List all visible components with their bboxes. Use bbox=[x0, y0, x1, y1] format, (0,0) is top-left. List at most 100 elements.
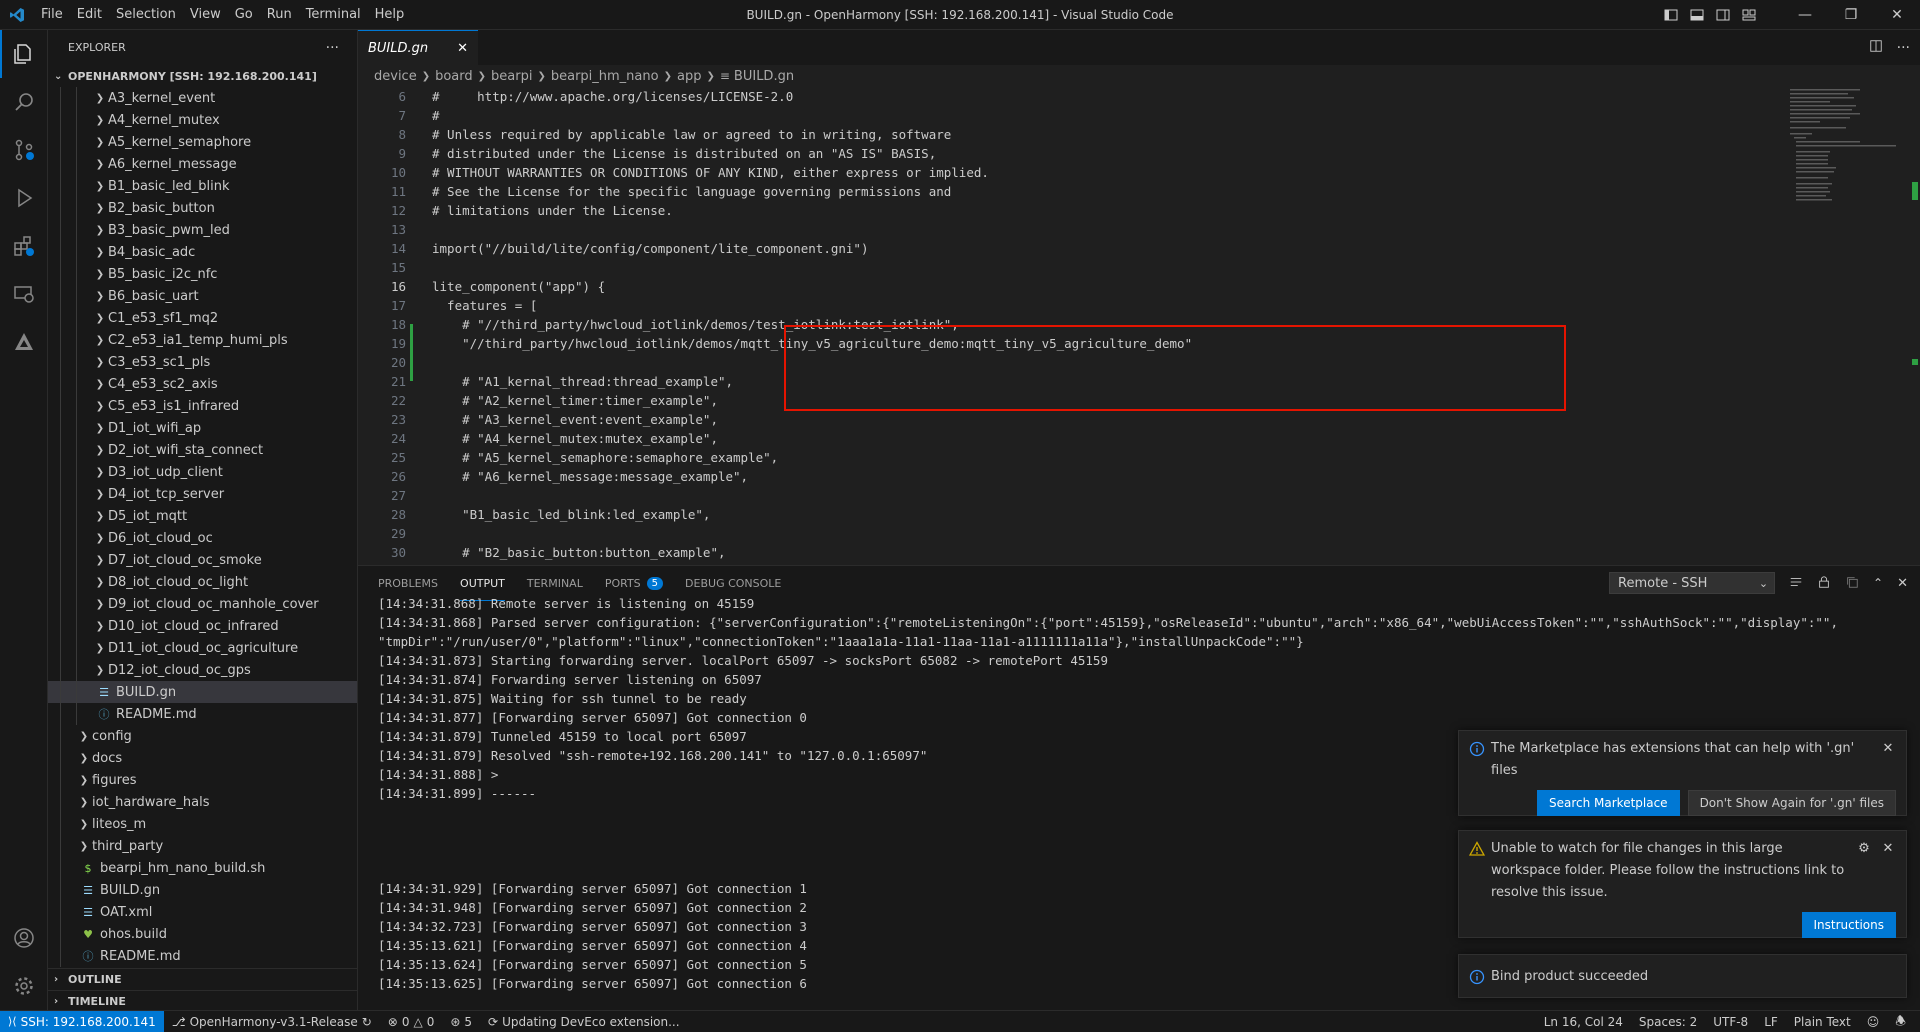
tree-folder[interactable]: ❯ B4_basic_adc bbox=[48, 241, 357, 263]
indentation[interactable]: Spaces: 2 bbox=[1631, 1015, 1705, 1029]
gear-icon[interactable]: ⚙ bbox=[1856, 841, 1872, 856]
tree-folder[interactable]: ❯ A4_kernel_mutex bbox=[48, 109, 357, 131]
lock-icon[interactable] bbox=[1817, 575, 1831, 592]
split-editor-icon[interactable] bbox=[1869, 39, 1883, 56]
tree-file[interactable]: ☰ OAT.xml bbox=[48, 901, 357, 923]
tree-folder[interactable]: ❯ docs bbox=[48, 747, 357, 769]
manage-gear-icon[interactable] bbox=[0, 962, 48, 1010]
workspace-root[interactable]: ⌄ OPENHARMONY [SSH: 192.168.200.141] bbox=[48, 65, 357, 87]
deveco-icon[interactable] bbox=[0, 318, 48, 366]
tree-folder[interactable]: ❯ D4_iot_tcp_server bbox=[48, 483, 357, 505]
close-icon[interactable]: ✕ bbox=[1880, 741, 1896, 756]
search-marketplace-button[interactable]: Search Marketplace bbox=[1536, 790, 1680, 816]
remote-indicator[interactable]: ⟩⟨ SSH: 192.168.200.141 bbox=[0, 1010, 164, 1032]
tree-folder[interactable]: ❯ D12_iot_cloud_oc_gps bbox=[48, 659, 357, 681]
minimap[interactable] bbox=[1790, 87, 1900, 565]
tree-folder[interactable]: ❯ D5_iot_mqtt bbox=[48, 505, 357, 527]
maximize-panel-icon[interactable]: ⌃ bbox=[1873, 576, 1883, 590]
menu-view[interactable]: View bbox=[183, 0, 228, 30]
menu-edit[interactable]: Edit bbox=[70, 0, 109, 30]
more-actions-icon[interactable]: ··· bbox=[326, 40, 339, 56]
tree-file[interactable]: ♥ ohos.build bbox=[48, 923, 357, 945]
tree-folder[interactable]: ❯ A3_kernel_event bbox=[48, 87, 357, 109]
outline-section[interactable]: › OUTLINE bbox=[48, 968, 358, 990]
tree-folder[interactable]: ❯ D6_iot_cloud_oc bbox=[48, 527, 357, 549]
remote-explorer-icon[interactable] bbox=[0, 270, 48, 318]
search-icon[interactable] bbox=[0, 78, 48, 126]
tree-folder[interactable]: ❯ D10_iot_cloud_oc_infrared bbox=[48, 615, 357, 637]
tree-folder[interactable]: ❯ config bbox=[48, 725, 357, 747]
tree-folder[interactable]: ❯ B1_basic_led_blink bbox=[48, 175, 357, 197]
end-of-line[interactable]: LF bbox=[1756, 1015, 1786, 1029]
tree-folder[interactable]: ❯ C3_e53_sc1_pls bbox=[48, 351, 357, 373]
close-icon[interactable]: ✕ bbox=[1880, 841, 1896, 856]
tree-folder[interactable]: ❯ B5_basic_i2c_nfc bbox=[48, 263, 357, 285]
extensions-icon[interactable] bbox=[0, 222, 48, 270]
git-branch[interactable]: ⎇ OpenHarmony-v3.1-Release ↻ bbox=[164, 1015, 380, 1029]
menu-go[interactable]: Go bbox=[228, 0, 260, 30]
menu-run[interactable]: Run bbox=[260, 0, 299, 30]
breadcrumb-item[interactable]: bearpi_hm_nano bbox=[551, 69, 659, 84]
menu-terminal[interactable]: Terminal bbox=[299, 0, 368, 30]
accounts-icon[interactable] bbox=[0, 914, 48, 962]
tree-folder[interactable]: ❯ D9_iot_cloud_oc_manhole_cover bbox=[48, 593, 357, 615]
tree-folder[interactable]: ❯ C5_e53_is1_infrared bbox=[48, 395, 357, 417]
cursor-position[interactable]: Ln 16, Col 24 bbox=[1536, 1015, 1631, 1029]
breadcrumb-item[interactable]: app bbox=[677, 69, 701, 84]
clear-output-icon[interactable] bbox=[1789, 575, 1803, 592]
toggle-primary-sidebar-icon[interactable] bbox=[1658, 0, 1684, 30]
breadcrumb-item[interactable]: device bbox=[374, 69, 417, 84]
minimize-button[interactable]: — bbox=[1782, 0, 1828, 30]
tree-folder[interactable]: ❯ C4_e53_sc2_axis bbox=[48, 373, 357, 395]
tree-folder[interactable]: ❯ D11_iot_cloud_oc_agriculture bbox=[48, 637, 357, 659]
copy-icon[interactable] bbox=[1845, 575, 1859, 592]
tree-folder[interactable]: ❯ A6_kernel_message bbox=[48, 153, 357, 175]
tree-file[interactable]: $ bearpi_hm_nano_build.sh bbox=[48, 857, 357, 879]
close-panel-icon[interactable]: ✕ bbox=[1897, 576, 1908, 591]
explorer-icon[interactable] bbox=[0, 30, 48, 78]
tree-folder[interactable]: ❯ third_party bbox=[48, 835, 357, 857]
tree-folder[interactable]: ❯ liteos_m bbox=[48, 813, 357, 835]
source-control-icon[interactable] bbox=[0, 126, 48, 174]
output-channel-select[interactable]: Remote - SSH ⌄ bbox=[1609, 572, 1776, 594]
menu-selection[interactable]: Selection bbox=[109, 0, 183, 30]
tree-folder[interactable]: ❯ iot_hardware_hals bbox=[48, 791, 357, 813]
tree-file[interactable]: ⓘ README.md bbox=[48, 703, 357, 725]
editor-scrollbar[interactable] bbox=[1906, 87, 1920, 565]
toggle-secondary-sidebar-icon[interactable] bbox=[1710, 0, 1736, 30]
customize-layout-icon[interactable] bbox=[1736, 0, 1762, 30]
tree-folder[interactable]: ❯ B6_basic_uart bbox=[48, 285, 357, 307]
menu-file[interactable]: File bbox=[34, 0, 70, 30]
feedback-icon[interactable]: ☺ bbox=[1859, 1015, 1888, 1029]
restore-button[interactable]: ❐ bbox=[1828, 0, 1874, 30]
tree-folder[interactable]: ❯ D3_iot_udp_client bbox=[48, 461, 357, 483]
tree-folder[interactable]: ❯ D2_iot_wifi_sta_connect bbox=[48, 439, 357, 461]
instructions-button[interactable]: Instructions bbox=[1801, 912, 1896, 938]
language-mode[interactable]: Plain Text bbox=[1786, 1015, 1859, 1029]
tree-folder[interactable]: ❯ D8_iot_cloud_oc_light bbox=[48, 571, 357, 593]
tree-folder[interactable]: ❯ D1_iot_wifi_ap bbox=[48, 417, 357, 439]
breadcrumb-item[interactable]: board bbox=[435, 69, 473, 84]
more-actions-icon[interactable]: ··· bbox=[1897, 40, 1910, 56]
menu-help[interactable]: Help bbox=[368, 0, 412, 30]
tree-folder[interactable]: ❯ C1_e53_sf1_mq2 bbox=[48, 307, 357, 329]
tree-file[interactable]: ⓘ README.md bbox=[48, 945, 357, 967]
dont-show-again-button[interactable]: Don't Show Again for '.gn' files bbox=[1687, 790, 1896, 816]
tree-folder[interactable]: ❯ C2_e53_ia1_temp_humi_pls bbox=[48, 329, 357, 351]
breadcrumb-item[interactable]: bearpi bbox=[491, 69, 532, 84]
close-window-button[interactable]: ✕ bbox=[1874, 0, 1920, 30]
tree-folder[interactable]: ❯ B2_basic_button bbox=[48, 197, 357, 219]
ports-indicator[interactable]: ⊛ 5 bbox=[442, 1015, 480, 1029]
tree-file[interactable]: ☰ BUILD.gn bbox=[48, 879, 357, 901]
tab-build-gn[interactable]: BUILD.gn ✕ bbox=[358, 30, 478, 65]
run-debug-icon[interactable] bbox=[0, 174, 48, 222]
encoding[interactable]: UTF-8 bbox=[1705, 1015, 1756, 1029]
close-icon[interactable]: ✕ bbox=[457, 41, 468, 56]
tree-folder[interactable]: ❯ A5_kernel_semaphore bbox=[48, 131, 357, 153]
tree-folder[interactable]: ❯ D7_iot_cloud_oc_smoke bbox=[48, 549, 357, 571]
tree-file[interactable]: ☰ BUILD.gn bbox=[48, 681, 357, 703]
tree-folder[interactable]: ❯ B3_basic_pwm_led bbox=[48, 219, 357, 241]
notifications-bell-icon[interactable]: 🕭 bbox=[1887, 1012, 1914, 1032]
timeline-section[interactable]: › TIMELINE bbox=[48, 990, 358, 1012]
problems-indicator[interactable]: ⊗ 0 △ 0 bbox=[380, 1015, 443, 1029]
